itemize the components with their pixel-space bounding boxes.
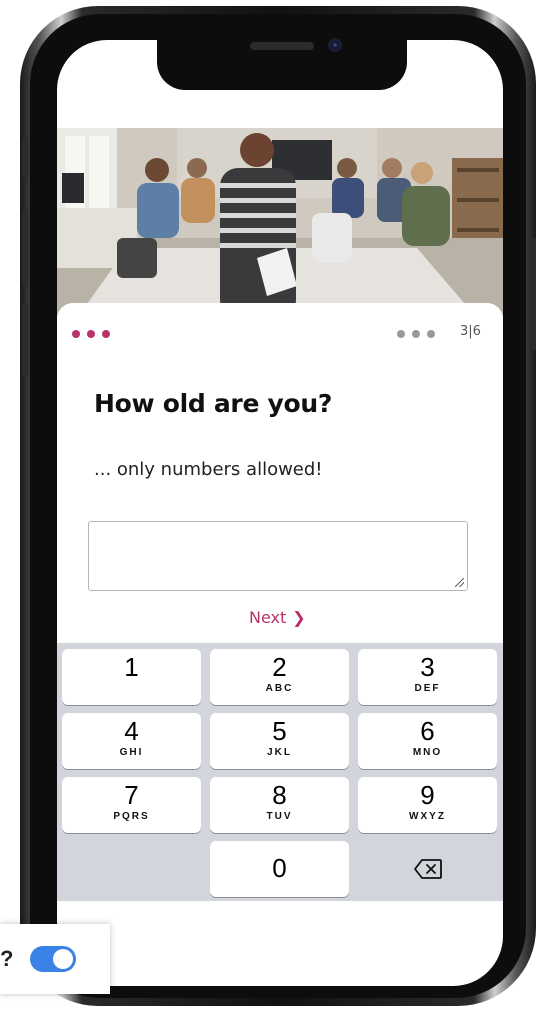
key-5[interactable]: 5 JKL xyxy=(210,713,349,769)
key-digit: 1 xyxy=(124,652,139,682)
question-hint: ... only numbers allowed! xyxy=(94,459,323,480)
key-7[interactable]: 7 PQRS xyxy=(62,777,201,833)
key-letters: DEF xyxy=(414,683,441,694)
key-8[interactable]: 8 TUV xyxy=(210,777,349,833)
front-camera xyxy=(328,38,342,52)
key-0[interactable]: 0 xyxy=(210,841,349,897)
key-letters: WXYZ xyxy=(409,811,446,822)
volume-down-button xyxy=(22,304,28,376)
numeric-keypad: 1 2 ABC 3 DEF 4 GHI 5 JKL 6 MNO 7 PQRS 8 xyxy=(57,643,503,901)
backspace-icon xyxy=(413,859,442,879)
toggle-knob xyxy=(53,949,73,969)
toggle-label: ? xyxy=(0,946,14,971)
age-input[interactable] xyxy=(88,521,468,591)
key-9[interactable]: 9 WXYZ xyxy=(358,777,497,833)
key-letters: GHI xyxy=(119,747,144,758)
key-letters: MNO xyxy=(412,747,443,758)
key-digit: 5 xyxy=(272,716,287,746)
key-letters: PQRS xyxy=(113,811,150,822)
progress-dot xyxy=(427,330,435,338)
phone-screen: 3|6 How old are you? ... only numbers al… xyxy=(57,40,503,986)
phone-speaker xyxy=(250,42,314,50)
mute-switch xyxy=(22,140,28,178)
key-letters: JKL xyxy=(267,747,292,758)
resize-handle-icon[interactable] xyxy=(455,578,464,587)
toggle-switch[interactable] xyxy=(30,946,76,972)
key-digit: 9 xyxy=(420,780,435,810)
chevron-right-icon: ❯ xyxy=(292,608,306,627)
progress-dot xyxy=(412,330,420,338)
key-letters: TUV xyxy=(266,811,293,822)
progress-dot xyxy=(87,330,95,338)
key-digit: 0 xyxy=(272,853,287,883)
next-button[interactable]: Next ❯ xyxy=(249,608,306,627)
hero-photo xyxy=(57,128,503,318)
key-6[interactable]: 6 MNO xyxy=(358,713,497,769)
progress-dots-remaining xyxy=(397,330,435,338)
step-counter: 3|6 xyxy=(460,324,481,339)
power-button xyxy=(530,238,536,350)
volume-up-button xyxy=(22,212,28,284)
toggle-popup: ? xyxy=(0,924,110,994)
key-2[interactable]: 2 ABC xyxy=(210,649,349,705)
progress-dot xyxy=(397,330,405,338)
key-1[interactable]: 1 xyxy=(62,649,201,705)
key-3[interactable]: 3 DEF xyxy=(358,649,497,705)
key-4[interactable]: 4 GHI xyxy=(62,713,201,769)
progress-dot xyxy=(72,330,80,338)
progress-dots-completed xyxy=(72,330,110,338)
key-digit: 7 xyxy=(124,780,139,810)
next-button-label: Next xyxy=(249,608,287,627)
progress-dot xyxy=(102,330,110,338)
key-digit: 4 xyxy=(124,716,139,746)
key-digit: 2 xyxy=(272,652,287,682)
key-digit: 3 xyxy=(420,652,435,682)
key-digit: 6 xyxy=(420,716,435,746)
key-digit: 8 xyxy=(272,780,287,810)
question-title: How old are you? xyxy=(94,389,333,418)
backspace-button[interactable] xyxy=(358,841,497,897)
key-letters: ABC xyxy=(265,683,294,694)
